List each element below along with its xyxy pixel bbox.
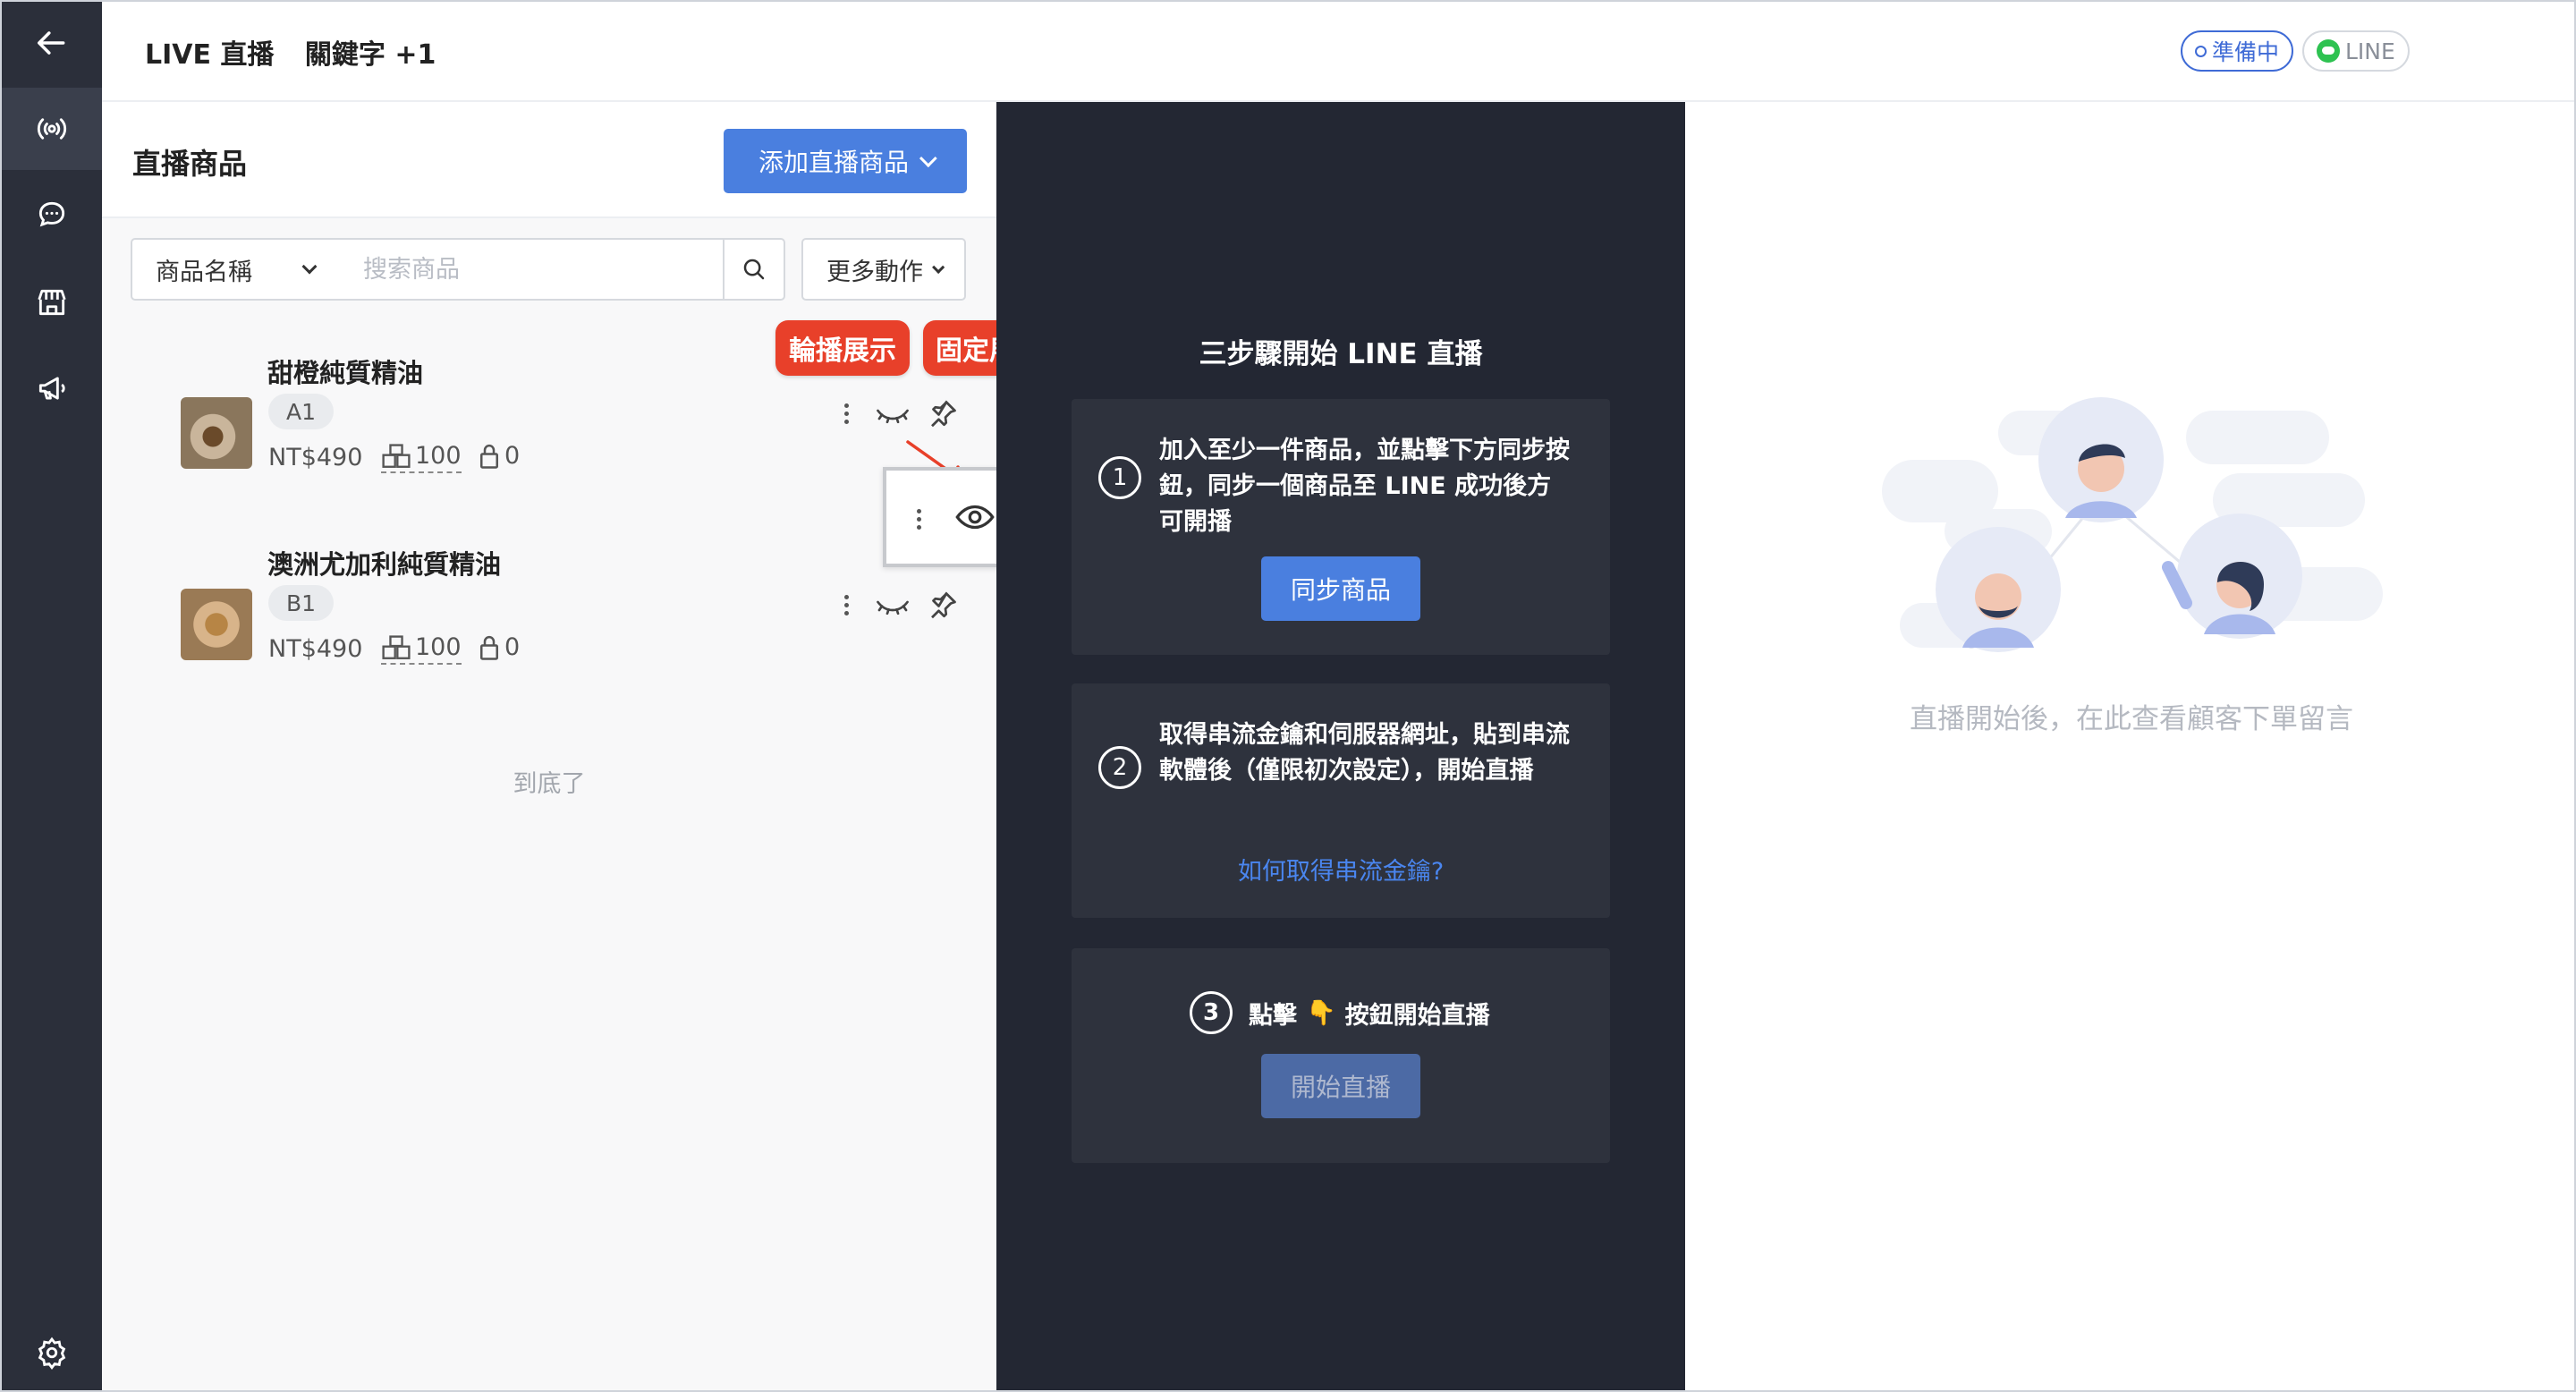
line-logo-icon: [2317, 39, 2340, 63]
select-value: 商品名稱: [156, 258, 252, 286]
product-name: 甜橙純質精油: [267, 358, 424, 388]
carousel-toggle-button[interactable]: [871, 392, 914, 435]
product-stock[interactable]: 100: [381, 442, 462, 473]
product-stock-value: 100: [415, 633, 462, 661]
line-badge-label: LINE: [2345, 38, 2395, 64]
title-live: LIVE 直播: [145, 39, 275, 71]
boxes-icon: [382, 443, 411, 468]
eye-closed-icon: [877, 409, 909, 424]
chevron-down-icon: [301, 259, 318, 275]
product-price: NT$490: [268, 635, 363, 663]
megaphone-icon: [38, 377, 65, 400]
nav-live[interactable]: [2, 88, 102, 170]
step-1-card: 1 加入至少一件商品，並點擊下方同步按鈕，同步一個商品至 LINE 成功後方可開…: [1072, 399, 1610, 655]
stream-key-help-link[interactable]: 如何取得串流金鑰?: [1072, 852, 1610, 887]
nav-messages[interactable]: [2, 174, 102, 256]
search-button[interactable]: [723, 238, 785, 301]
lock-icon: [480, 444, 498, 469]
status-badge: 準備中: [2181, 30, 2294, 72]
search-icon: [743, 259, 765, 280]
nav-marketing[interactable]: [2, 347, 102, 429]
product-thumbnail: [181, 589, 252, 660]
steps-title: 三步驟開始 LINE 直播: [1199, 338, 1483, 370]
shop-icon: [38, 289, 66, 316]
comments-empty-text: 直播開始後，在此查看顧客下單留言: [1910, 703, 2353, 735]
products-header: 直播商品 添加直播商品: [102, 102, 996, 218]
pin-icon: [931, 591, 956, 619]
product-locked: 0: [478, 442, 520, 470]
product-row[interactable]: 甜橙純質精油 A1 NT$490 100 0: [102, 352, 996, 531]
product-locked-value: 0: [504, 442, 521, 470]
status-dot-icon: [2195, 45, 2207, 57]
product-stock[interactable]: 100: [381, 633, 462, 665]
boxes-icon: [382, 634, 411, 659]
start-live-button[interactable]: 開始直播: [1261, 1054, 1420, 1118]
nav-settings[interactable]: [2, 1311, 102, 1390]
search-input[interactable]: [342, 238, 724, 301]
search-field-select[interactable]: 商品名稱: [131, 238, 343, 301]
back-button[interactable]: [2, 2, 102, 84]
app-window: LIVE 直播 關鍵字 +1 準備中 LINE 直播商品 添加直播商品 商品名稱: [0, 0, 2576, 1392]
status-badge-label: 準備中: [2212, 39, 2280, 65]
more-actions-button[interactable]: 更多動作: [801, 238, 966, 301]
product-locked-value: 0: [504, 633, 521, 661]
step-3-suffix: 按鈕開始直播: [1344, 1001, 1490, 1030]
product-name: 澳洲尤加利純質精油: [267, 549, 502, 580]
pin-icon: [931, 400, 956, 428]
eye-closed-icon: [877, 600, 909, 615]
step-3-text: 3 點擊 👇 按鈕開始直播: [1190, 991, 1490, 1034]
product-row[interactable]: 澳洲尤加利純質精油 B1 NT$490 100 0: [102, 544, 996, 723]
left-nav: [2, 2, 102, 1390]
add-button-label: 添加直播商品: [758, 148, 909, 177]
kebab-menu-icon[interactable]: [837, 397, 855, 429]
comments-panel: 直播開始後，在此查看顧客下單留言: [1685, 102, 2574, 1390]
carousel-display-callout: 輪播展示: [775, 320, 910, 376]
title-keyword[interactable]: 關鍵字 +1: [305, 39, 436, 71]
more-actions-label: 更多動作: [826, 258, 923, 286]
eye-open-icon: [955, 505, 995, 530]
list-end-text: 到底了: [513, 770, 586, 798]
pointing-down-icon: 👇: [1306, 999, 1336, 1027]
arrow-left-icon: [38, 31, 65, 55]
page-title: LIVE 直播 關鍵字 +1: [145, 32, 457, 72]
step-2-text: 取得串流金鑰和伺服器網址，貼到串流軟體後（僅限初次設定），開始直播: [1159, 721, 1570, 785]
pin-toggle-button[interactable]: [921, 392, 964, 435]
chevron-down-icon: [932, 260, 945, 274]
add-live-product-button[interactable]: 添加直播商品: [724, 129, 967, 193]
people-chatting-illustration: [1882, 397, 2383, 652]
step-number: 1: [1098, 456, 1141, 499]
product-code-badge: A1: [268, 394, 335, 429]
kebab-menu-icon: [910, 503, 928, 535]
broadcast-icon: [37, 118, 67, 140]
step-number: 2: [1098, 746, 1141, 789]
nav-shop[interactable]: [2, 261, 102, 344]
kebab-menu-icon[interactable]: [837, 589, 855, 621]
gear-icon: [38, 1337, 66, 1370]
step-number: 3: [1190, 991, 1233, 1034]
product-code-badge: B1: [268, 585, 335, 621]
line-channel-badge: LINE: [2302, 30, 2410, 72]
step-3-prefix: 點擊: [1249, 1001, 1297, 1030]
products-title: 直播商品: [132, 147, 248, 181]
chevron-down-icon: [919, 149, 937, 168]
lock-icon: [480, 635, 498, 660]
product-thumbnail: [181, 397, 252, 469]
step-3-card: 3 點擊 👇 按鈕開始直播 開始直播: [1072, 948, 1610, 1163]
pin-toggle-button[interactable]: [921, 583, 964, 626]
live-setup-steps-panel: 三步驟開始 LINE 直播 1 加入至少一件商品，並點擊下方同步按鈕，同步一個商…: [996, 102, 1685, 1390]
chat-bubble-icon: [38, 201, 65, 227]
carousel-toggle-button[interactable]: [871, 583, 914, 626]
product-stock-value: 100: [415, 442, 462, 470]
product-price: NT$490: [268, 444, 363, 471]
step-2-card: 2 取得串流金鑰和伺服器網址，貼到串流軟體後（僅限初次設定），開始直播 如何取得…: [1072, 683, 1610, 918]
step-1-text: 加入至少一件商品，並點擊下方同步按鈕，同步一個商品至 LINE 成功後方可開播: [1159, 437, 1570, 536]
product-locked: 0: [478, 633, 520, 661]
products-panel: 直播商品 添加直播商品 商品名稱 更多動作 甜橙純質精油 A1: [102, 102, 996, 1390]
sync-products-button[interactable]: 同步商品: [1261, 556, 1420, 621]
